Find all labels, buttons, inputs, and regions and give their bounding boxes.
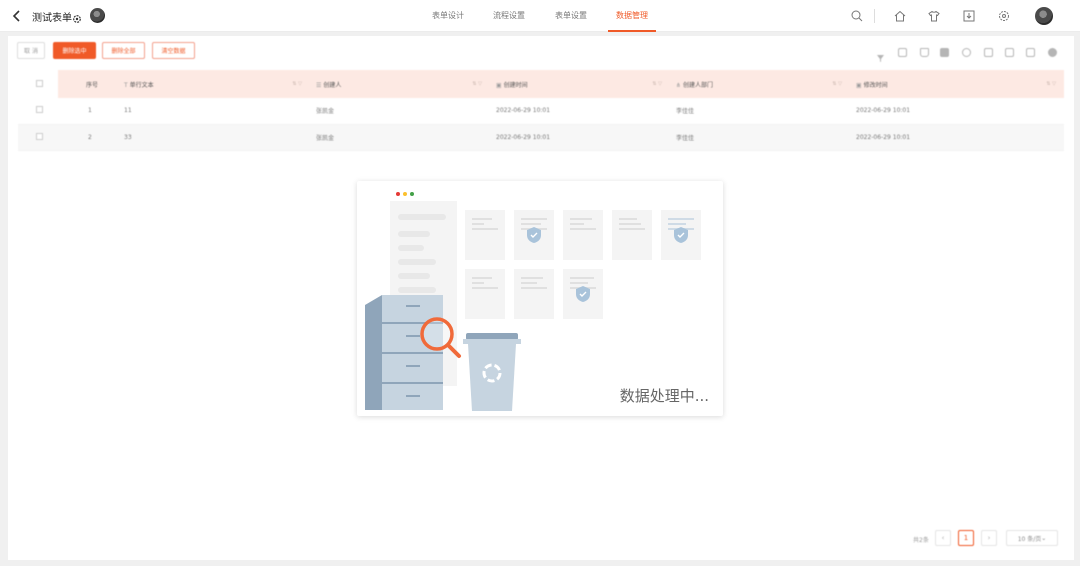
window-dot-red [396,192,400,196]
cell-creator: 张凯金 [310,124,490,151]
document-tile [563,210,603,260]
next-page-button[interactable]: › [981,530,997,546]
cell-created-time: 2022-06-29 10:01 [490,124,670,151]
processing-status-text: 数据处理中... [619,387,709,405]
sidebar-line [398,273,430,279]
prev-page-button[interactable]: ‹ [935,530,951,546]
shield-icon [674,227,688,243]
trash-icon[interactable] [920,48,929,57]
select-all-cell [18,70,58,98]
user-avatar[interactable] [1035,7,1053,25]
divider [874,9,875,23]
chevron-down-icon: ⌄ [1041,534,1047,542]
data-table: 序号 T 单行文本 ⇅ ▽ ☰ 创建人 ⇅ ▽ ▣ 创建时间 ⇅ ▽ ⋔ 创建人部门 ⇅ ▽ ▣… [18,70,1064,151]
clear-data-button[interactable]: 清空数据 [152,42,195,59]
table-header-row: 序号 T 单行文本 ⇅ ▽ ☰ 创建人 ⇅ ▽ ▣ 创建时间 ⇅ ▽ ⋔ 创建人部门 ⇅ ▽ ▣… [18,70,1064,98]
sidebar-line [398,214,446,220]
delete-selected-button[interactable]: 删除选中 [53,42,96,59]
text-type-icon: T [124,81,128,89]
delete-all-button[interactable]: 删除全部 [102,42,145,59]
settings-icon[interactable] [1048,48,1057,57]
column-header-creator[interactable]: ☰ 创建人 ⇅ ▽ [310,70,490,98]
back-arrow-icon[interactable] [10,8,24,24]
sort-filter-icon[interactable]: ⇅ ▽ [292,81,302,87]
top-bar: 测试表单 表单设计 流程设置 表单设置 数据管理 [0,0,1080,32]
sort-filter-icon[interactable]: ⇅ ▽ [832,81,842,87]
sort-filter-icon[interactable]: ⇅ ▽ [1046,81,1056,87]
date-type-icon: ▣ [496,81,502,89]
export-icon[interactable] [1005,48,1014,57]
sidebar-line [398,259,436,265]
table-row[interactable]: 2 33 张凯金 2022-06-29 10:01 李佳佳 2022-06-29… [18,124,1064,151]
page-size-select[interactable]: 10 条/页 ⌄ [1006,530,1058,546]
search-icon[interactable] [850,9,864,23]
sidebar-line [398,231,430,237]
cell-index: 2 [58,124,118,151]
user-type-icon: ☰ [316,81,322,89]
layout-icon[interactable] [1026,48,1035,57]
cell-index: 1 [58,98,118,125]
tab-data-management[interactable]: 数据管理 [608,0,656,32]
column-header-modified-time[interactable]: ▣ 修改时间 ⇅ ▽ [850,70,1064,98]
document-tile [612,210,652,260]
current-page-button[interactable]: 1 [958,530,974,546]
cell-created-time: 2022-06-29 10:01 [490,98,670,125]
column-header-creator-dept[interactable]: ⋔ 创建人部门 ⇅ ▽ [670,70,850,98]
tab-flow-settings[interactable]: 流程设置 [493,0,525,32]
processing-overlay: 数据处理中... [357,181,723,416]
select-all-checkbox[interactable] [36,79,43,87]
document-tile [563,269,603,319]
magnifier-icon [420,317,461,358]
table-row[interactable]: 1 11 张凯金 2022-06-29 10:01 李佳佳 2022-06-29… [18,98,1064,125]
tab-form-design[interactable]: 表单设计 [432,0,464,32]
row-select-cell [18,98,58,125]
download-icon[interactable] [962,9,976,23]
document-tile [465,210,505,260]
sidebar-line [398,287,436,293]
cell-creator: 张凯金 [310,98,490,125]
recycle-bin-icon [463,333,521,411]
date-type-icon: ▣ [856,81,862,89]
window-dot-green [410,192,414,196]
document-tile [661,210,701,260]
avatar[interactable] [90,8,105,23]
cell-text: 33 [118,124,310,151]
tab-form-settings[interactable]: 表单设置 [555,0,587,32]
document-tile [514,269,554,319]
sidebar-line [398,245,424,251]
sort-filter-icon[interactable]: ⇅ ▽ [472,81,482,87]
column-header-index[interactable]: 序号 [58,70,118,98]
import-icon[interactable] [984,48,993,57]
home-icon[interactable] [893,9,907,23]
pagination-total: 共2条 [913,537,929,544]
shield-icon [576,286,590,302]
row-checkbox[interactable] [36,132,43,140]
cell-text: 11 [118,98,310,125]
cell-modified-time: 2022-06-29 10:01 [850,124,1064,151]
document-tile [465,269,505,319]
document-tile [514,210,554,260]
bin-icon[interactable] [940,48,949,57]
cell-dept: 李佳佳 [670,124,850,151]
eye-icon[interactable] [962,48,971,57]
window-dot-yellow [403,192,407,196]
calendar-icon[interactable] [898,48,907,57]
shirt-icon[interactable] [927,9,941,23]
data-management-panel: 取 消 删除选中 删除全部 清空数据 序号 T 单行文本 ⇅ ▽ ☰ 创建人 ⇅ ▽ ▣… [8,36,1074,560]
filter-icon[interactable] [876,48,885,62]
settings-icon[interactable] [997,9,1011,23]
column-header-created-time[interactable]: ▣ 创建时间 ⇅ ▽ [490,70,670,98]
column-header-text[interactable]: T 单行文本 ⇅ ▽ [118,70,310,98]
cell-modified-time: 2022-06-29 10:01 [850,98,1064,125]
row-select-cell [18,124,58,151]
dept-type-icon: ⋔ [676,81,682,89]
form-title: 测试表单 [32,13,72,24]
sort-filter-icon[interactable]: ⇅ ▽ [652,81,662,87]
shield-icon [527,227,541,243]
cell-dept: 李佳佳 [670,98,850,125]
row-checkbox[interactable] [36,106,43,114]
cancel-button[interactable]: 取 消 [17,42,45,59]
gear-icon[interactable] [72,9,82,23]
